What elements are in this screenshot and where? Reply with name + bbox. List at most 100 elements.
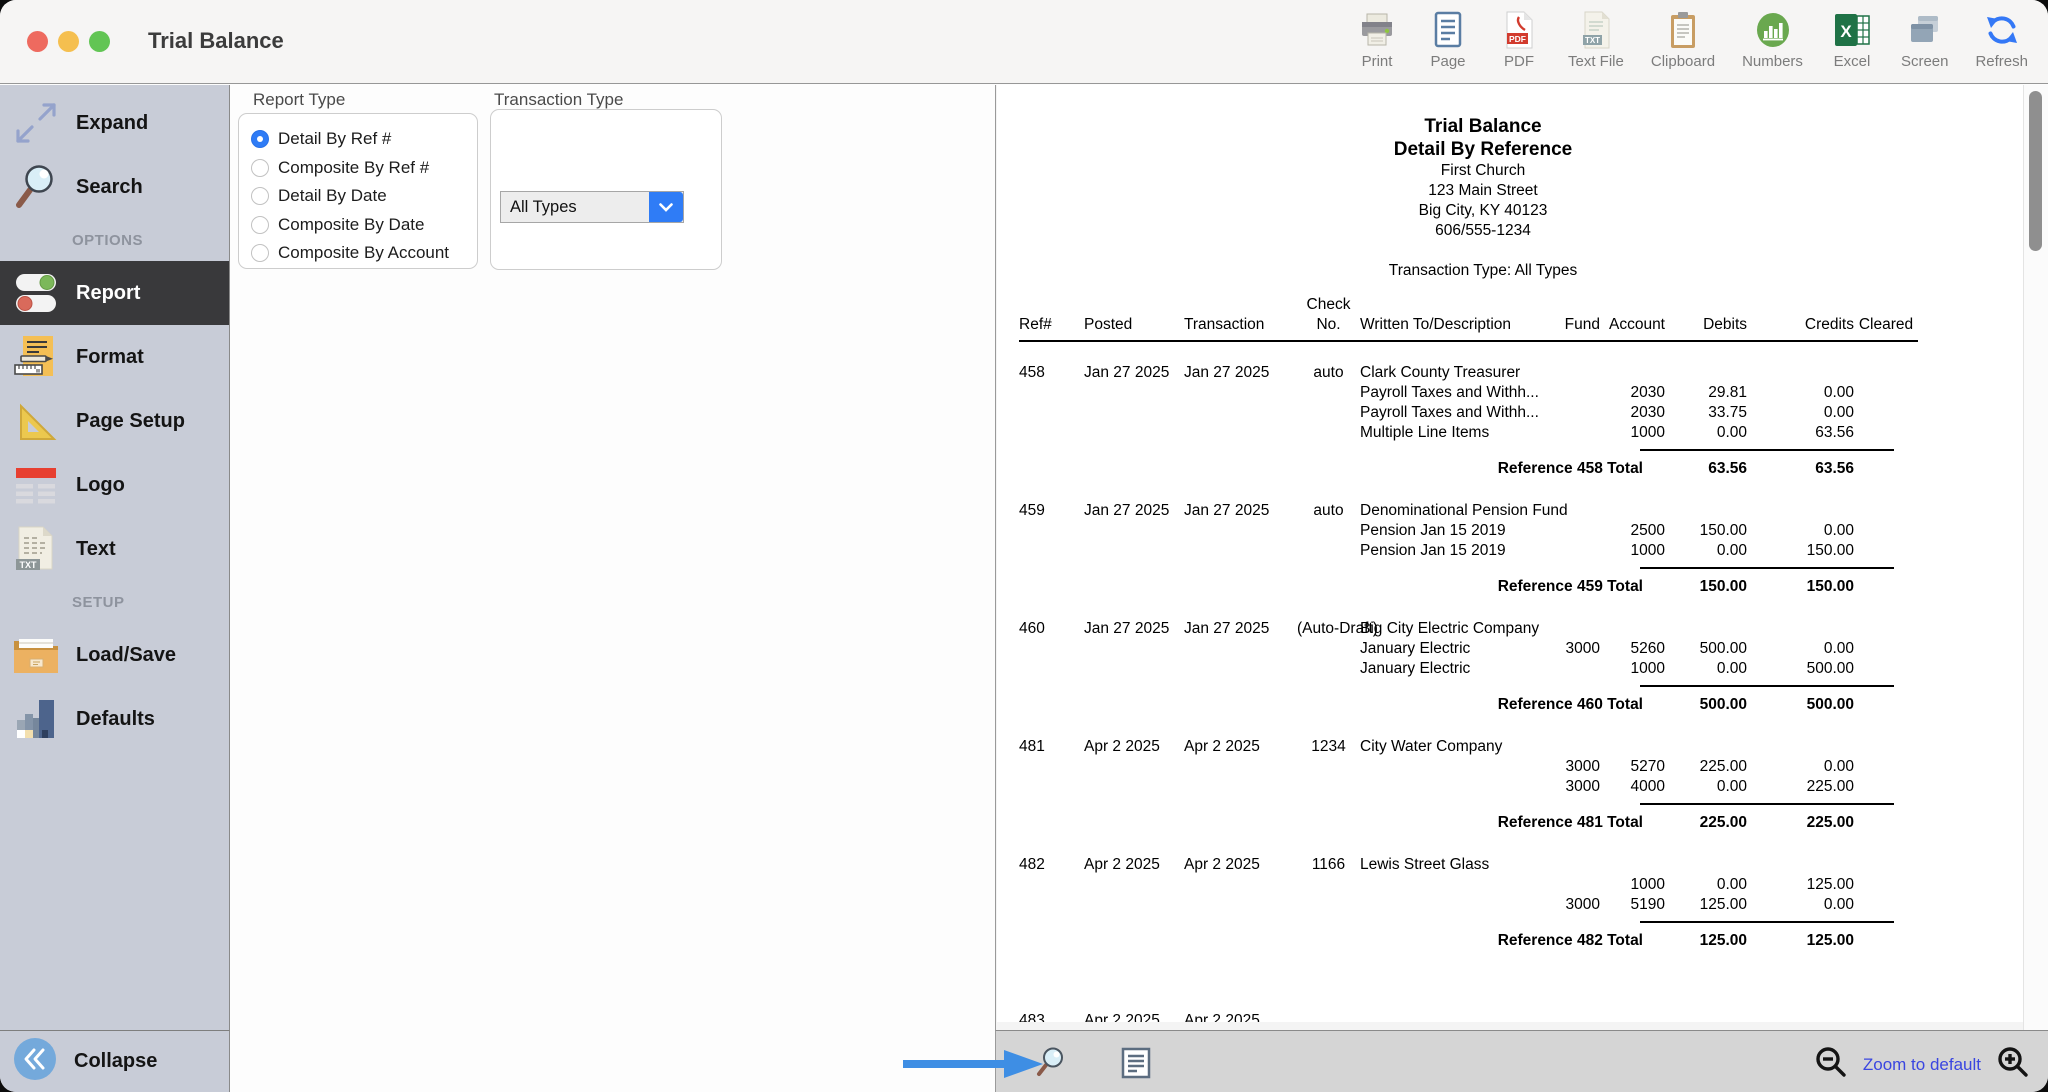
vertical-scrollbar[interactable] (2023, 85, 2048, 1030)
radio-button[interactable] (251, 130, 269, 148)
pointer-arrow-annotation (903, 1046, 1048, 1087)
text-file-button[interactable]: TXT Text File (1568, 9, 1624, 70)
preview-bottom-bar: Zoom to default (995, 1030, 2048, 1092)
sidebar-item-report[interactable]: Report (0, 261, 229, 325)
zoom-in-icon[interactable] (1996, 1045, 2030, 1084)
sidebar-item-search[interactable]: Search (0, 155, 229, 219)
report-header: Trial Balance Detail By Reference First … (997, 85, 2025, 280)
collapse-label: Collapse (74, 1050, 157, 1073)
print-button[interactable]: Print (1355, 9, 1399, 70)
chevron-down-icon (649, 192, 683, 222)
sidebar-item-label: Load/Save (76, 644, 176, 667)
zoom-controls: Zoom to default (1814, 1045, 2030, 1084)
sidebar-item-text[interactable]: TXT Text (0, 517, 229, 581)
sidebar-item-format[interactable]: Format (0, 325, 229, 389)
sidebar-item-expand[interactable]: Expand (0, 91, 229, 155)
sidebar-item-label: Format (76, 346, 144, 369)
transaction-row: 482Apr 2 2025Apr 2 20251166Lewis Street … (1019, 855, 2025, 875)
col-description: Written To/Description (1360, 315, 1544, 335)
report-table: Check Ref# Posted Transaction No. Writte… (1019, 295, 2025, 951)
sidebar-item-defaults[interactable]: Defaults (0, 687, 229, 751)
numbers-button[interactable]: Numbers (1742, 9, 1803, 70)
transaction-line-row: 30005270225.000.00 (1019, 757, 2025, 777)
search-icon (8, 159, 64, 215)
transaction-type-label: Transaction Type (494, 90, 623, 110)
total-rule-row (1019, 561, 2025, 577)
col-cleared: Cleared (1854, 315, 1918, 335)
screen-icon (1906, 9, 1944, 51)
scrollbar-thumb[interactable] (2029, 91, 2042, 251)
logo-icon (8, 457, 64, 513)
page-button[interactable]: Page (1426, 9, 1470, 70)
close-window-button[interactable] (27, 31, 48, 52)
toolbar-label: Text File (1568, 54, 1624, 70)
transaction-type-group (490, 109, 722, 270)
screen-button[interactable]: Screen (1901, 9, 1949, 70)
transaction-line-row: Pension Jan 15 201910000.00150.00 (1019, 541, 2025, 561)
toolbar-label: Clipboard (1651, 54, 1715, 70)
toolbar-label: Excel (1834, 54, 1871, 70)
radio-label: Detail By Date (278, 186, 387, 206)
report-phone: 606/555-1234 (997, 221, 1969, 241)
toolbar-label: Numbers (1742, 54, 1803, 70)
transaction-line-row: 300040000.00225.00 (1019, 777, 2025, 797)
sidebar-item-load-save[interactable]: Load/Save (0, 623, 229, 687)
radio-composite-by-date[interactable]: Composite By Date (251, 211, 465, 240)
svg-text:PDF: PDF (1509, 34, 1526, 44)
svg-text:TXT: TXT (20, 560, 38, 570)
sidebar-section-options: OPTIONS (0, 219, 229, 261)
app-window: Trial Balance Print Page PDF PDF (0, 0, 2048, 1092)
title-bar: Trial Balance Print Page PDF PDF (0, 0, 2048, 84)
sidebar-item-logo[interactable]: Logo (0, 453, 229, 517)
minimize-window-button[interactable] (58, 31, 79, 52)
report-city-line: Big City, KY 40123 (997, 201, 1969, 221)
defaults-icon (8, 691, 64, 747)
pdf-button[interactable]: PDF PDF (1497, 9, 1541, 70)
table-header-row-1: Check (1019, 295, 2025, 315)
excel-button[interactable]: X Excel (1830, 9, 1874, 70)
radio-composite-by-account[interactable]: Composite By Account (251, 239, 465, 268)
report-filter-line: Transaction Type: All Types (997, 262, 1969, 280)
collapse-icon (12, 1036, 58, 1087)
radio-label: Composite By Ref # (278, 158, 429, 178)
clipboard-icon (1667, 9, 1699, 51)
zoom-window-button[interactable] (89, 31, 110, 52)
total-rule (1640, 685, 1894, 695)
report-options-panel: Report Type Detail By Ref # Composite By… (231, 85, 995, 1030)
transaction-type-select[interactable]: All Types (500, 191, 684, 223)
radio-button[interactable] (251, 244, 269, 262)
toolbar-label: Refresh (1975, 54, 2028, 70)
transaction-row: 458Jan 27 2025Jan 27 2025autoClark Count… (1019, 363, 2025, 383)
table-header-row-2: Ref# Posted Transaction No. Written To/D… (1019, 315, 2025, 335)
radio-button[interactable] (251, 159, 269, 177)
total-rule-row (1019, 915, 2025, 931)
document-view-icon[interactable] (1121, 1047, 1151, 1084)
zoom-out-icon[interactable] (1814, 1045, 1848, 1084)
col-check-line2: No. (1297, 315, 1360, 335)
radio-detail-by-date[interactable]: Detail By Date (251, 182, 465, 211)
numbers-icon (1753, 9, 1793, 51)
zoom-to-default-link[interactable]: Zoom to default (1863, 1055, 1981, 1075)
col-ref: Ref# (1019, 315, 1084, 335)
report-address: 123 Main Street (997, 181, 1969, 201)
radio-button[interactable] (251, 216, 269, 234)
refresh-button[interactable]: Refresh (1975, 9, 2028, 70)
folder-icon (8, 627, 64, 683)
radio-button[interactable] (251, 187, 269, 205)
total-rule (1640, 567, 1894, 577)
sidebar-item-label: Text (76, 538, 116, 561)
radio-detail-by-ref[interactable]: Detail By Ref # (251, 125, 465, 154)
radio-composite-by-ref[interactable]: Composite By Ref # (251, 154, 465, 183)
transaction-line-row: Payroll Taxes and Withh...203029.810.00 (1019, 383, 2025, 403)
reference-total-row: Reference 459 Total150.00150.00 (1019, 577, 2025, 597)
format-icon (8, 329, 64, 385)
radio-label: Composite By Account (278, 243, 449, 263)
expand-icon (8, 95, 64, 151)
collapse-button[interactable]: Collapse (0, 1030, 230, 1092)
total-rule-row (1019, 443, 2025, 459)
clipboard-button[interactable]: Clipboard (1651, 9, 1715, 70)
reference-total-row: Reference 460 Total500.00500.00 (1019, 695, 2025, 715)
sidebar-item-page-setup[interactable]: Page Setup (0, 389, 229, 453)
total-rule (1640, 449, 1894, 459)
report-subtitle: Detail By Reference (997, 138, 1969, 161)
